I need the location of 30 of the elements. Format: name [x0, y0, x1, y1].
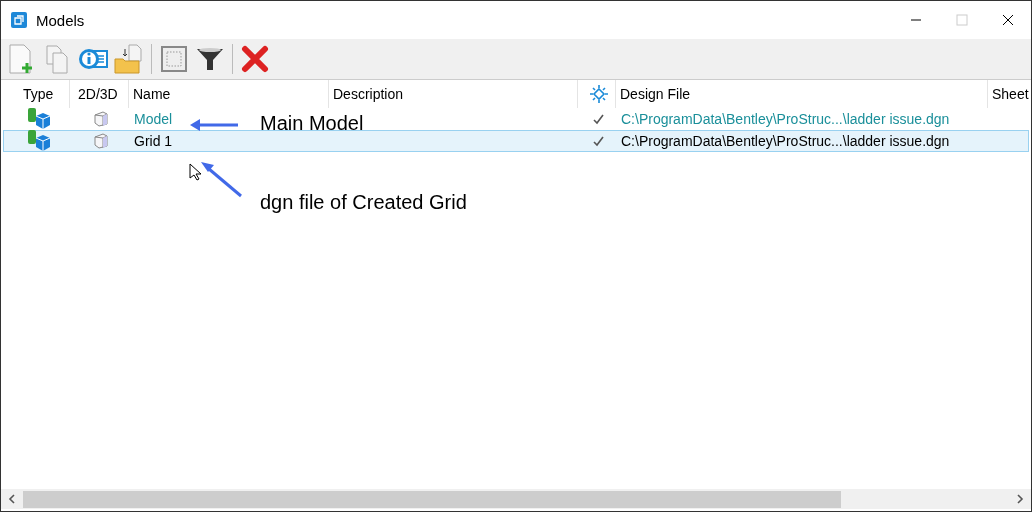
scroll-right-icon[interactable] [1016, 494, 1024, 504]
model-icon [25, 130, 50, 152]
annotation-label: dgn file of Created Grid [260, 191, 467, 214]
app-icon [11, 12, 27, 28]
scrollbar-thumb[interactable] [23, 490, 841, 508]
column-header[interactable]: Design File [616, 80, 988, 108]
cube-icon [91, 110, 110, 128]
check-icon [592, 135, 604, 147]
model-name[interactable]: Model [134, 111, 173, 127]
column-header[interactable]: Name [129, 80, 329, 108]
maximize-icon [956, 14, 968, 26]
folder-icon[interactable] [113, 43, 145, 75]
selected-row[interactable]: Grid 1 C:\ProgramData\Bentley\ProStruc...\ladder issue.dgn [3, 130, 1029, 152]
model-icon [25, 108, 50, 130]
column-header[interactable]: Sheet [988, 80, 1031, 108]
cube-icon [91, 132, 110, 150]
check-icon [592, 113, 604, 125]
sun-icon[interactable] [588, 84, 609, 104]
close-icon [1002, 14, 1014, 26]
design-file: C:\ProgramData\Bentley\ProStruc...\ladder issue.dgn [620, 132, 951, 151]
design-file: C:\ProgramData\Bentley\ProStruc...\ladder issue.dgn [620, 110, 951, 129]
window-title: Models [36, 11, 85, 29]
scroll-left-icon[interactable] [8, 494, 16, 504]
delete-icon[interactable] [239, 43, 271, 75]
column-header[interactable]: 2D/3D [70, 80, 129, 108]
column-header[interactable]: Description [329, 80, 578, 108]
arrow [201, 162, 243, 198]
cursor-icon [189, 163, 201, 181]
arrow [190, 119, 240, 131]
model-name[interactable]: Grid 1 [134, 133, 173, 149]
